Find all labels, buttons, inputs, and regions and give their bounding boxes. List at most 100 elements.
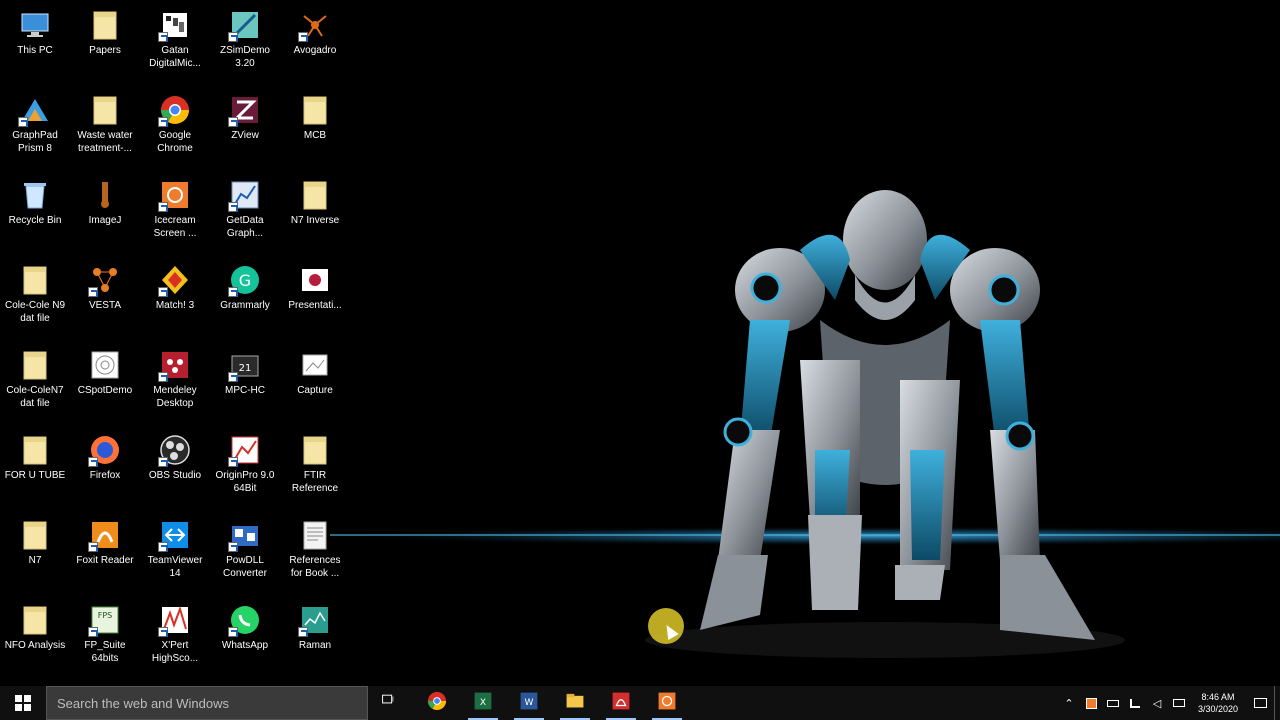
folder-icon bbox=[18, 433, 52, 467]
desktop-icon-whatsapp[interactable]: WhatsApp bbox=[210, 597, 280, 682]
desktop-icon-label: ZSimDemo 3.20 bbox=[219, 45, 270, 69]
desktop-icon-foxit[interactable]: Foxit Reader bbox=[70, 512, 140, 597]
desktop-icon-folder[interactable]: N7 bbox=[0, 512, 70, 597]
taskbar-task-view-button[interactable] bbox=[368, 686, 414, 720]
windows-logo-icon bbox=[15, 695, 31, 711]
desktop-icon-recycle-bin[interactable]: Recycle Bin bbox=[0, 172, 70, 257]
vesta-icon bbox=[88, 263, 122, 297]
icecream-icon bbox=[158, 178, 192, 212]
taskbar-pinned-apps: XW bbox=[368, 686, 690, 720]
taskbar-clock[interactable]: 8:46 AM 3/30/2020 bbox=[1190, 691, 1246, 715]
desktop-icon-mpc-hc[interactable]: 21 MPC-HC bbox=[210, 342, 280, 427]
desktop-icon-folder[interactable]: Waste water treatment-... bbox=[70, 87, 140, 172]
desktop-icon-firefox[interactable]: Firefox bbox=[70, 427, 140, 512]
desktop-icon-label: Capture bbox=[297, 385, 333, 396]
folder-icon bbox=[298, 93, 332, 127]
shortcut-arrow-icon bbox=[228, 542, 238, 552]
desktop[interactable]: This PC Papers Gatan DigitalMic... ZSimDemo… bbox=[0, 0, 1280, 686]
desktop-icon-avogadro[interactable]: Avogadro bbox=[280, 2, 350, 87]
desktop-icon-xpert[interactable]: X'Pert HighSco... bbox=[140, 597, 210, 682]
svg-text:X: X bbox=[480, 697, 486, 707]
desktop-icon-label: FOR U TUBE bbox=[4, 470, 66, 481]
desktop-icon-powdll[interactable]: PowDLL Converter bbox=[210, 512, 280, 597]
shortcut-arrow-icon bbox=[88, 542, 98, 552]
icecream-icon bbox=[656, 690, 678, 717]
desktop-icon-folder[interactable]: MCB bbox=[280, 87, 350, 172]
shortcut-arrow-icon bbox=[228, 457, 238, 467]
desktop-icon-label: Raman bbox=[298, 640, 332, 651]
tray-app-icon[interactable] bbox=[1080, 686, 1102, 720]
desktop-icon-label: Match! 3 bbox=[155, 300, 195, 311]
show-desktop-button[interactable] bbox=[1274, 686, 1280, 720]
desktop-icon-cspot[interactable]: CSpotDemo bbox=[70, 342, 140, 427]
desktop-icon-imagej[interactable]: ImageJ bbox=[70, 172, 140, 257]
word-icon: W bbox=[518, 690, 540, 717]
folder-icon bbox=[298, 178, 332, 212]
desktop-icon-chrome[interactable]: Google Chrome bbox=[140, 87, 210, 172]
desktop-icon-label: Cole-ColeN7 dat file bbox=[6, 385, 64, 409]
taskbar-icecream-button[interactable] bbox=[644, 686, 690, 720]
network-icon[interactable] bbox=[1124, 686, 1146, 720]
shortcut-arrow-icon bbox=[158, 202, 168, 212]
show-hidden-icons-chevron-icon[interactable]: ⌃ bbox=[1058, 686, 1080, 720]
mendeley-icon bbox=[158, 348, 192, 382]
folder-icon bbox=[18, 263, 52, 297]
xpert-icon bbox=[158, 603, 192, 637]
shortcut-arrow-icon bbox=[298, 627, 308, 637]
desktop-icon-folder[interactable]: NFO Analysis bbox=[0, 597, 70, 682]
taskbar-excel-button[interactable]: X bbox=[460, 686, 506, 720]
clock-date: 3/30/2020 bbox=[1197, 704, 1239, 714]
action-center-icon[interactable] bbox=[1246, 698, 1274, 708]
desktop-icon-presentation[interactable]: Presentati... bbox=[280, 257, 350, 342]
desktop-icon-label: Presentati... bbox=[288, 300, 342, 311]
desktop-icon-label: Avogadro bbox=[293, 45, 337, 56]
firefox-icon bbox=[88, 433, 122, 467]
desktop-icon-zview[interactable]: ZView bbox=[210, 87, 280, 172]
desktop-icon-obs[interactable]: OBS Studio bbox=[140, 427, 210, 512]
desktop-icon-folder[interactable]: N7 Inverse bbox=[280, 172, 350, 257]
desktop-icon-raman[interactable]: Raman bbox=[280, 597, 350, 682]
desktop-icon-label: Foxit Reader bbox=[76, 555, 134, 566]
desktop-icon-folder[interactable]: Papers bbox=[70, 2, 140, 87]
desktop-icon-icecream[interactable]: Icecream Screen ... bbox=[140, 172, 210, 257]
desktop-icon-folder[interactable]: Cole-ColeN7 dat file bbox=[0, 342, 70, 427]
desktop-icon-folder[interactable]: FOR U TUBE bbox=[0, 427, 70, 512]
image-file-icon bbox=[298, 348, 332, 382]
desktop-icon-image-file[interactable]: Capture bbox=[280, 342, 350, 427]
battery-icon[interactable] bbox=[1102, 686, 1124, 720]
chrome-icon bbox=[426, 690, 448, 717]
desktop-icon-fpsuite[interactable]: FPS FP_Suite 64bits bbox=[70, 597, 140, 682]
zsimdemo-icon bbox=[228, 8, 262, 42]
fpsuite-icon: FPS bbox=[88, 603, 122, 637]
desktop-icon-mendeley[interactable]: Mendeley Desktop bbox=[140, 342, 210, 427]
taskbar-acrobat-button[interactable] bbox=[598, 686, 644, 720]
desktop-icon-grammarly[interactable]: G Grammarly bbox=[210, 257, 280, 342]
desktop-icon-label: This PC bbox=[17, 45, 53, 56]
desktop-icon-match[interactable]: Match! 3 bbox=[140, 257, 210, 342]
imagej-icon bbox=[88, 178, 122, 212]
desktop-icon-folder[interactable]: Cole-Cole N9 dat file bbox=[0, 257, 70, 342]
keyboard-ime-icon[interactable] bbox=[1168, 686, 1190, 720]
powdll-icon bbox=[228, 518, 262, 552]
desktop-icon-zsimdemo[interactable]: ZSimDemo 3.20 bbox=[210, 2, 280, 87]
folder-icon bbox=[18, 348, 52, 382]
taskbar-word-button[interactable]: W bbox=[506, 686, 552, 720]
desktop-icon-teamviewer[interactable]: TeamViewer 14 bbox=[140, 512, 210, 597]
taskbar-search-box[interactable]: Search the web and Windows bbox=[46, 686, 368, 720]
foxit-icon bbox=[88, 518, 122, 552]
desktop-icon-getdata[interactable]: GetData Graph... bbox=[210, 172, 280, 257]
shortcut-arrow-icon bbox=[158, 32, 168, 42]
volume-icon[interactable]: ◁ bbox=[1146, 686, 1168, 720]
desktop-icon-gatan-app[interactable]: Gatan DigitalMic... bbox=[140, 2, 210, 87]
desktop-icon-document[interactable]: References for Book ... bbox=[280, 512, 350, 597]
desktop-icon-this-pc[interactable]: This PC bbox=[0, 2, 70, 87]
taskbar-chrome-button[interactable] bbox=[414, 686, 460, 720]
desktop-icon-vesta[interactable]: VESTA bbox=[70, 257, 140, 342]
acrobat-icon bbox=[610, 690, 632, 717]
search-placeholder: Search the web and Windows bbox=[57, 695, 229, 711]
start-button[interactable] bbox=[0, 686, 46, 720]
taskbar-file-explorer-button[interactable] bbox=[552, 686, 598, 720]
desktop-icon-folder[interactable]: FTIR Reference bbox=[280, 427, 350, 512]
desktop-icon-graphpad[interactable]: GraphPad Prism 8 bbox=[0, 87, 70, 172]
desktop-icon-origin[interactable]: OriginPro 9.0 64Bit bbox=[210, 427, 280, 512]
